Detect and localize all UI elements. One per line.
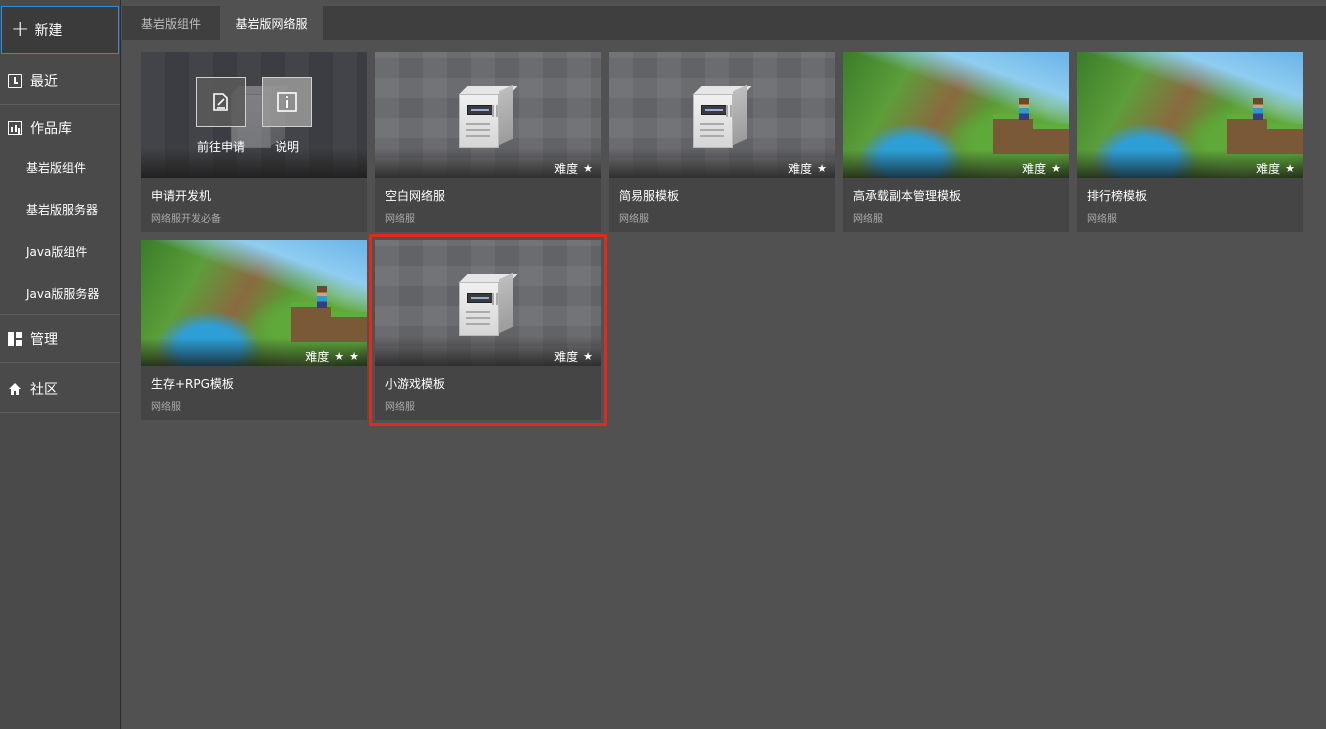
sidebar-subitem-java-server[interactable]: Java版服务器 [0, 283, 120, 303]
divider [0, 362, 120, 363]
card-dungeon-manager-template[interactable]: 难度 ★ 高承载副本管理模板 网络服 [843, 52, 1069, 232]
apply-button[interactable] [196, 77, 246, 127]
card-survival-rpg-template[interactable]: 难度 ★ ★ 生存+RPG模板 网络服 [141, 240, 367, 420]
star-icon: ★ [583, 162, 593, 175]
card-title: 生存+RPG模板 [151, 377, 234, 391]
card-subtitle: 网络服 [385, 214, 415, 225]
card-subtitle: 网络服 [151, 402, 181, 413]
difficulty-label: 难度 [554, 350, 579, 364]
info-label: 说明 [275, 140, 300, 154]
sidebar-item-label: 作品库 [30, 121, 72, 137]
sidebar-item-community[interactable]: 社区 [0, 378, 120, 400]
sidebar-item-label: 最近 [30, 74, 58, 90]
edit-document-icon [213, 93, 228, 111]
minecraft-character [1253, 98, 1263, 120]
card-apply-dev-machine[interactable]: 前往申请 说明 申请开发机 网络服开发必备 [141, 52, 367, 232]
difficulty-label: 难度 [1022, 162, 1047, 176]
home-icon [8, 382, 22, 396]
card-thumbnail: 难度 ★ [843, 52, 1069, 178]
info-button[interactable] [262, 77, 312, 127]
difficulty-rating: 难度 ★ [788, 160, 827, 177]
clock-icon [8, 74, 22, 88]
star-icon: ★ [334, 350, 345, 363]
card-title: 高承载副本管理模板 [853, 189, 962, 203]
star-icon: ★ [583, 350, 593, 363]
plus-icon: + [11, 17, 30, 42]
difficulty-rating: 难度 ★ [1256, 160, 1295, 177]
difficulty-label: 难度 [788, 162, 813, 176]
new-button[interactable]: + 新建 [1, 6, 119, 54]
divider [0, 314, 120, 315]
card-subtitle: 网络服开发必备 [151, 214, 221, 225]
server-icon [455, 84, 519, 150]
star-icon: ★ [1285, 162, 1295, 175]
card-thumbnail: 难度 ★ [375, 240, 601, 366]
card-title: 小游戏模板 [385, 377, 446, 391]
card-leaderboard-template[interactable]: 难度 ★ 排行榜模板 网络服 [1077, 52, 1303, 232]
card-thumbnail: 难度 ★ [375, 52, 601, 178]
card-thumbnail: 前往申请 说明 [141, 52, 367, 178]
divider [0, 412, 120, 413]
tab-bedrock-component[interactable]: 基岩版组件 [128, 6, 214, 40]
star-icon: ★ [349, 350, 359, 363]
card-thumbnail: 难度 ★ [1077, 52, 1303, 178]
card-title: 简易服模板 [619, 189, 680, 203]
server-icon [689, 84, 753, 150]
apply-label: 前往申请 [197, 140, 246, 154]
server-icon [455, 272, 519, 338]
card-title: 空白网络服 [385, 189, 446, 203]
sidebar-item-manage[interactable]: 管理 [0, 328, 120, 350]
difficulty-rating: 难度 ★ [1022, 160, 1061, 177]
divider [0, 104, 120, 105]
card-title: 排行榜模板 [1087, 189, 1148, 203]
card-thumbnail: 难度 ★ ★ [141, 240, 367, 366]
difficulty-label: 难度 [305, 350, 330, 364]
card-subtitle: 网络服 [853, 214, 883, 225]
card-subtitle: 网络服 [619, 214, 649, 225]
card-subtitle: 网络服 [385, 402, 415, 413]
sidebar-item-label: 管理 [30, 332, 58, 348]
card-blank-network-server[interactable]: 难度 ★ 空白网络服 网络服 [375, 52, 601, 232]
dashboard-icon [8, 332, 22, 346]
difficulty-label: 难度 [554, 162, 579, 176]
sidebar-subitem-bedrock-server[interactable]: 基岩版服务器 [0, 199, 120, 219]
card-title: 申请开发机 [151, 189, 212, 203]
star-icon: ★ [1051, 162, 1061, 175]
sidebar-subitem-java-component[interactable]: Java版组件 [0, 241, 120, 261]
difficulty-rating: 难度 ★ [554, 160, 593, 177]
sidebar-item-library[interactable]: 作品库 [0, 117, 120, 139]
tab-bedrock-network-server[interactable]: 基岩版网络服 [220, 6, 323, 40]
sidebar-subitem-bedrock-component[interactable]: 基岩版组件 [0, 157, 120, 177]
app-window: + 新建 最近 作品库 基岩版组件 基岩版服务器 Java版组件 Java版服务… [0, 0, 1326, 729]
sidebar-item-label: 社区 [30, 382, 58, 398]
tab-bar: 基岩版组件 基岩版网络服 [122, 6, 1326, 40]
new-label: 新建 [34, 23, 63, 39]
difficulty-rating: 难度 ★ [554, 348, 593, 365]
info-icon [277, 92, 297, 112]
minecraft-character [317, 286, 327, 308]
card-mini-game-template[interactable]: 难度 ★ 小游戏模板 网络服 [369, 234, 607, 426]
star-icon: ★ [817, 162, 827, 175]
card-simple-server-template[interactable]: 难度 ★ 简易服模板 网络服 [609, 52, 835, 232]
card-thumbnail: 难度 ★ [609, 52, 835, 178]
difficulty-rating: 难度 ★ ★ [305, 348, 359, 365]
sidebar: + 新建 最近 作品库 基岩版组件 基岩版服务器 Java版组件 Java版服务… [0, 0, 121, 729]
card-subtitle: 网络服 [1087, 214, 1117, 225]
sidebar-item-recent[interactable]: 最近 [0, 70, 120, 92]
library-icon [8, 121, 22, 135]
difficulty-label: 难度 [1256, 162, 1281, 176]
minecraft-character [1019, 98, 1029, 120]
